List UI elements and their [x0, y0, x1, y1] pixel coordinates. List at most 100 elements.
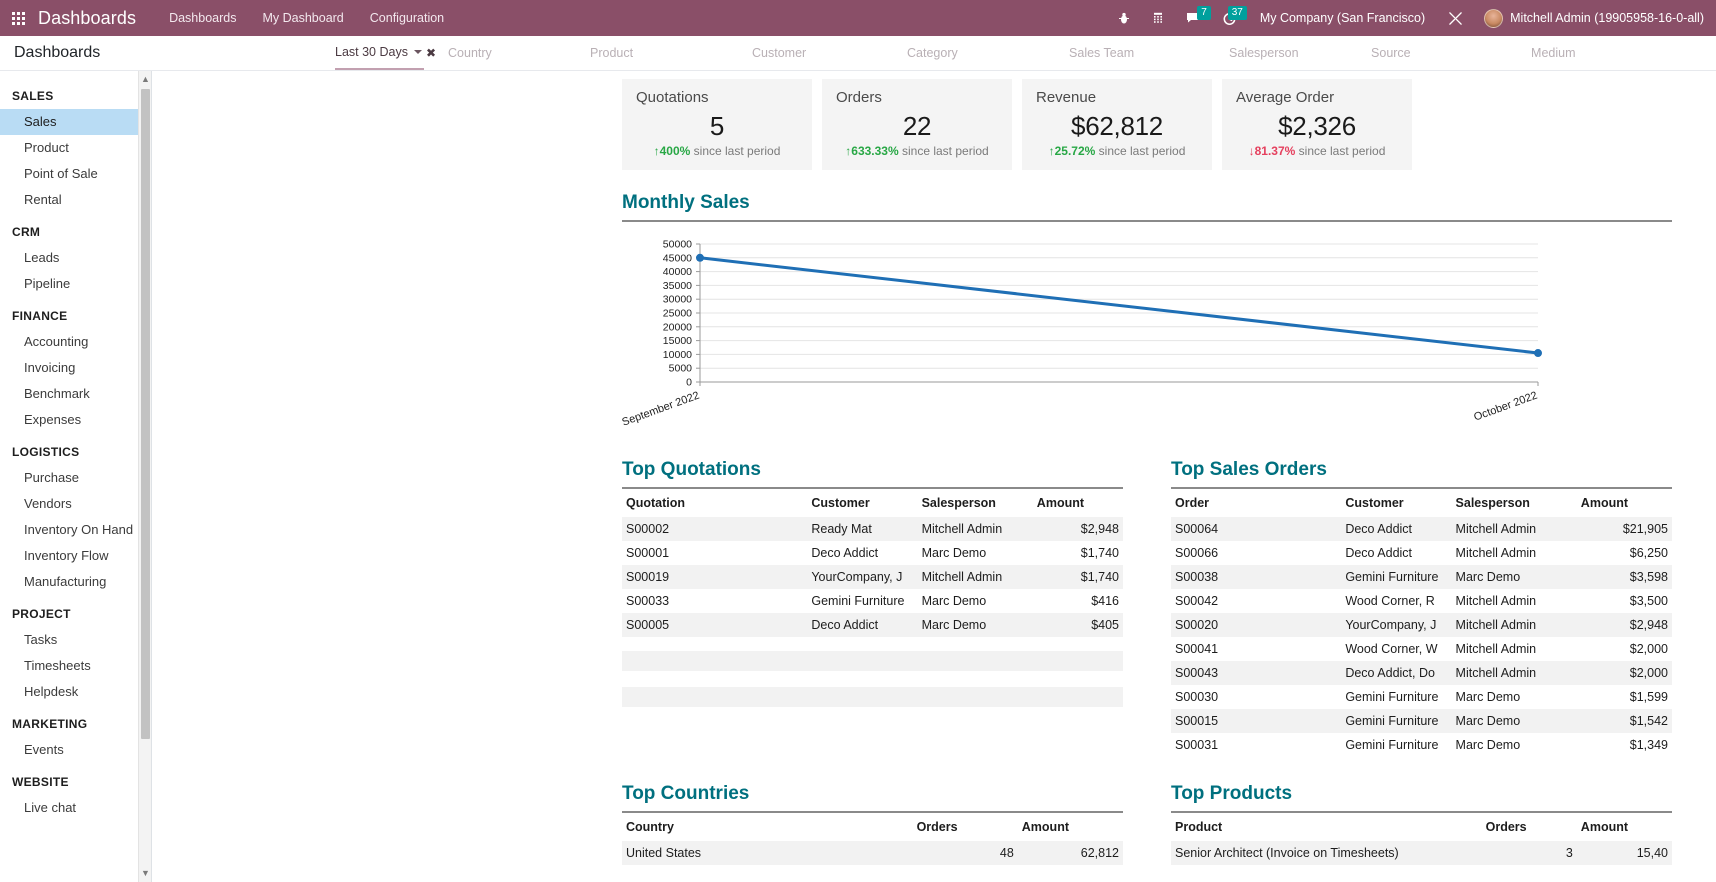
kpi-card-quotations[interactable]: Quotations 5 ↑400% since last period [622, 79, 812, 170]
monthly-sales-chart[interactable]: 0 5000 10000 15000 20000 25000 30000 35000 40000… [622, 232, 1672, 437]
table-row[interactable]: S00043 Deco Addict, Do Mitchell Admin $2,00… [1171, 661, 1672, 685]
table-row[interactable]: S00064 Deco Addict Mitchell Admin $21,905 [1171, 517, 1672, 541]
kpi-card-revenue[interactable]: Revenue $62,812 ↑25.72% since last period [1022, 79, 1212, 170]
table-header-row: Product Orders Amount [1171, 813, 1672, 841]
cell-amount: $6,250 [1629, 546, 1668, 560]
svg-text:30000: 30000 [663, 294, 692, 306]
cell-order[interactable]: S00020 [1171, 613, 1341, 637]
sidebar-scroll-thumb[interactable] [141, 89, 150, 739]
tools-icon[interactable] [1437, 7, 1474, 30]
sidebar-item-inventory-on-hand[interactable]: Inventory On Hand [0, 517, 151, 543]
messages-icon[interactable]: 7 [1175, 5, 1212, 29]
cell-order[interactable]: S00038 [1171, 565, 1341, 589]
cell-order[interactable]: S00031 [1171, 733, 1341, 757]
kpi-card-orders[interactable]: Orders 22 ↑633.33% since last period [822, 79, 1012, 170]
scroll-up-icon[interactable]: ▲ [141, 75, 150, 84]
svg-text:45000: 45000 [663, 252, 692, 264]
apps-grid-icon[interactable] [8, 10, 29, 27]
cell-salesperson: Marc Demo [1455, 714, 1521, 728]
cell-amount: $2,948 [1629, 618, 1668, 632]
table-row[interactable]: S00005 Deco Addict Marc Demo $405 [622, 613, 1123, 637]
sidebar-item-accounting[interactable]: Accounting [0, 329, 151, 355]
cell-quotation[interactable]: S00033 [622, 589, 807, 613]
sidebar-item-helpdesk[interactable]: Helpdesk [0, 679, 151, 705]
clear-filter-icon[interactable]: ✖ [424, 46, 438, 60]
sidebar-item-invoicing[interactable]: Invoicing [0, 355, 151, 381]
cell-order[interactable]: S00030 [1171, 685, 1341, 709]
sidebar-item-live-chat[interactable]: Live chat [0, 795, 151, 821]
sidebar-item-timesheets[interactable]: Timesheets [0, 653, 151, 679]
filter-salesperson[interactable]: Salesperson [1223, 36, 1365, 70]
table-row[interactable]: S00041 Wood Corner, W Mitchell Admin $2,000 [1171, 637, 1672, 661]
filter-medium[interactable]: Medium [1525, 36, 1581, 70]
scroll-down-icon[interactable]: ▼ [141, 869, 150, 878]
menu-item-dashboards[interactable]: Dashboards [156, 2, 249, 34]
cell-quotation[interactable]: S00019 [622, 565, 807, 589]
cell-order[interactable]: S00064 [1171, 517, 1341, 541]
menu-item-configuration[interactable]: Configuration [357, 2, 457, 34]
cell-amount: $3,598 [1629, 570, 1668, 584]
table-row[interactable]: S00020 YourCompany, J Mitchell Admin $2,948 [1171, 613, 1672, 637]
filter-sales-team[interactable]: Sales Team [1063, 36, 1223, 70]
arrow-up-icon: ↑25.72% [1048, 144, 1096, 158]
sidebar-item-sales[interactable]: Sales [0, 109, 151, 135]
cell-product[interactable]: Senior Architect (Invoice on Timesheets) [1171, 841, 1482, 865]
navbar-brand: Dashboards [8, 8, 142, 29]
bug-icon[interactable] [1107, 8, 1141, 29]
cell-amount: $2,000 [1629, 666, 1668, 680]
sidebar-item-manufacturing[interactable]: Manufacturing [0, 569, 151, 595]
filter-product[interactable]: Product [584, 36, 746, 70]
table-row[interactable]: Senior Architect (Invoice on Timesheets)… [1171, 841, 1672, 865]
cell-order[interactable]: S00042 [1171, 589, 1341, 613]
sidebar-item-vendors[interactable]: Vendors [0, 491, 151, 517]
sidebar-item-leads[interactable]: Leads [0, 245, 151, 271]
menu-item-my-dashboard[interactable]: My Dashboard [249, 2, 356, 34]
table-row[interactable]: S00015 Gemini Furniture Marc Demo $1,542 [1171, 709, 1672, 733]
kpi-card-average-order[interactable]: Average Order $2,326 ↓81.37% since last pe… [1222, 79, 1412, 170]
sidebar-item-expenses[interactable]: Expenses [0, 407, 151, 433]
table-row[interactable]: S00002 Ready Mat Mitchell Admin $2,948 [622, 517, 1123, 541]
sidebar-item-rental[interactable]: Rental [0, 187, 151, 213]
company-switcher[interactable]: My Company (San Francisco) [1248, 11, 1437, 25]
cell-order[interactable]: S00015 [1171, 709, 1341, 733]
table-row[interactable]: S00042 Wood Corner, R Mitchell Admin $3,500 [1171, 589, 1672, 613]
table-row[interactable]: S00031 Gemini Furniture Marc Demo $1,349 [1171, 733, 1672, 757]
user-menu[interactable]: Mitchell Admin (19905958-16-0-all) [1474, 8, 1704, 28]
cell-salesperson: Marc Demo [1455, 690, 1521, 704]
brand-title[interactable]: Dashboards [38, 8, 142, 29]
phone-icon[interactable] [1141, 8, 1175, 29]
sidebar-item-product[interactable]: Product [0, 135, 151, 161]
table-row[interactable]: S00019 YourCompany, J Mitchell Admin $1,740 [622, 565, 1123, 589]
filter-category[interactable]: Category [901, 36, 1063, 70]
filter-source[interactable]: Source [1365, 36, 1525, 70]
sidebar-item-events[interactable]: Events [0, 737, 151, 763]
cell-quotation[interactable]: S00005 [622, 613, 807, 637]
sidebar-item-inventory-flow[interactable]: Inventory Flow [0, 543, 151, 569]
top-countries-panel: Top Countries Country Orders Amount Unit… [622, 761, 1123, 865]
activities-clock-icon[interactable]: 37 [1212, 5, 1248, 29]
cell-quotation[interactable]: S00001 [622, 541, 807, 565]
filter-customer[interactable]: Customer [746, 36, 901, 70]
table-row[interactable]: S00030 Gemini Furniture Marc Demo $1,599 [1171, 685, 1672, 709]
table-row[interactable]: United States 48 62,812 [622, 841, 1123, 865]
table-row[interactable]: S00066 Deco Addict Mitchell Admin $6,250 [1171, 541, 1672, 565]
cell-customer: YourCompany, J [811, 570, 903, 584]
sidebar-item-tasks[interactable]: Tasks [0, 627, 151, 653]
table-row[interactable]: S00038 Gemini Furniture Marc Demo $3,598 [1171, 565, 1672, 589]
cell-order[interactable]: S00041 [1171, 637, 1341, 661]
table-header-row: Quotation Customer Salesperson Amount [622, 489, 1123, 517]
sidebar-scrollbar[interactable]: ▲ ▼ [138, 71, 151, 882]
cell-order[interactable]: S00066 [1171, 541, 1341, 565]
cell-quotation[interactable]: S00002 [622, 517, 807, 541]
chevron-down-icon [413, 50, 422, 54]
sidebar-item-purchase[interactable]: Purchase [0, 465, 151, 491]
filter-last-30-days[interactable]: Last 30 Days [335, 36, 424, 70]
filter-country[interactable]: Country [442, 36, 584, 70]
sidebar-item-point-of-sale[interactable]: Point of Sale [0, 161, 151, 187]
sidebar-item-pipeline[interactable]: Pipeline [0, 271, 151, 297]
cell-order[interactable]: S00043 [1171, 661, 1341, 685]
table-row[interactable]: S00001 Deco Addict Marc Demo $1,740 [622, 541, 1123, 565]
table-row[interactable]: S00033 Gemini Furniture Marc Demo $416 [622, 589, 1123, 613]
sidebar-item-benchmark[interactable]: Benchmark [0, 381, 151, 407]
cell-country[interactable]: United States [622, 841, 913, 865]
